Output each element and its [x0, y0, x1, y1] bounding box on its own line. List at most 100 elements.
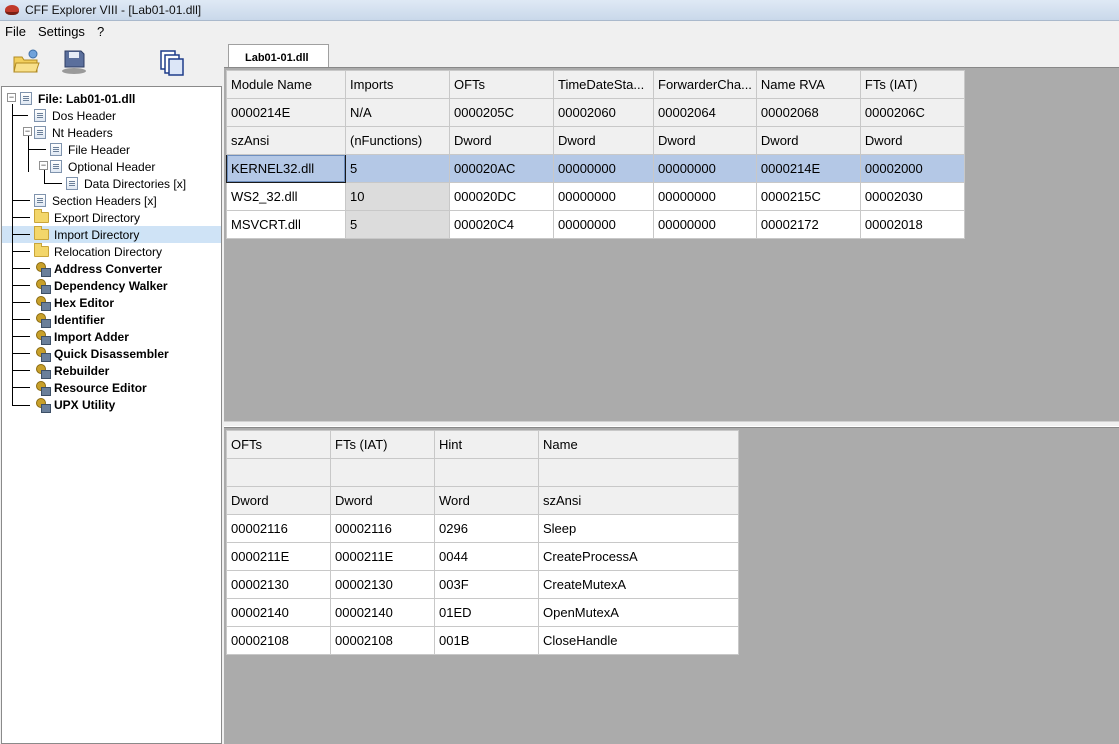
tree-line — [12, 353, 30, 354]
collapse-nt-headers-icon[interactable]: − — [23, 127, 32, 136]
tree-line — [44, 183, 62, 184]
table-row[interactable]: 0000211E 0000211E 0044 CreateProcessA — [226, 542, 739, 571]
table-cell[interactable]: 00000000 — [553, 154, 654, 183]
table-cell[interactable]: 5 — [345, 210, 450, 239]
menu-settings[interactable]: Settings — [33, 24, 90, 39]
save-button[interactable] — [56, 45, 92, 79]
menu-help[interactable]: ? — [92, 24, 109, 39]
column-header[interactable]: Name — [538, 430, 739, 459]
table-row[interactable]: 00002108 00002108 001B CloseHandle — [226, 626, 739, 655]
table-cell[interactable]: 000020DC — [449, 182, 554, 211]
tree-line — [12, 217, 30, 218]
table-cell[interactable]: 00000000 — [653, 210, 757, 239]
table-cell[interactable]: 00002130 — [330, 570, 435, 599]
tree-line — [28, 132, 29, 172]
table-cell[interactable]: CreateMutexA — [538, 570, 739, 599]
table-cell[interactable]: 0000211E — [226, 542, 331, 571]
column-header[interactable]: ForwarderCha... — [653, 70, 757, 99]
table-cell[interactable]: 00002018 — [859, 210, 965, 239]
table-cell[interactable]: 001B — [434, 626, 539, 655]
tree-item-section-headers[interactable]: Section Headers [x] — [34, 192, 159, 209]
tree-root[interactable]: File: Lab01-01.dll — [20, 90, 137, 107]
tree-item-hex-editor[interactable]: Hex Editor — [34, 294, 116, 311]
table-cell[interactable]: 00000000 — [553, 210, 654, 239]
table-cell[interactable]: WS2_32.dll — [226, 182, 346, 211]
tree-item-label: Import Directory — [52, 227, 142, 242]
table-cell[interactable]: 00000000 — [653, 154, 757, 183]
tree-item-file-header[interactable]: File Header — [50, 141, 132, 158]
tool-icon — [34, 295, 51, 311]
tree-item-relocation-directory[interactable]: Relocation Directory — [34, 243, 164, 260]
column-header[interactable]: Name RVA — [755, 70, 861, 99]
offset-cell: 00002060 — [553, 98, 654, 127]
table-row[interactable]: WS2_32.dll 10 000020DC 00000000 00000000… — [226, 182, 965, 211]
open-button[interactable] — [8, 45, 44, 79]
table-row[interactable]: 00002140 00002140 01ED OpenMutexA — [226, 598, 739, 627]
tree-line — [12, 104, 13, 406]
tree-item-export-directory[interactable]: Export Directory — [34, 209, 142, 226]
tree-item-rebuilder[interactable]: Rebuilder — [34, 362, 111, 379]
table-cell[interactable]: 10 — [345, 182, 450, 211]
table-cell[interactable]: 00002172 — [755, 210, 861, 239]
tree-item-resource-editor[interactable]: Resource Editor — [34, 379, 149, 396]
table-cell[interactable]: 00002030 — [859, 182, 965, 211]
column-header[interactable]: Imports — [345, 70, 450, 99]
table-row[interactable]: KERNEL32.dll 5 000020AC 00000000 0000000… — [226, 154, 965, 183]
table-cell[interactable]: 0296 — [434, 514, 539, 543]
table-cell[interactable]: 00002130 — [226, 570, 331, 599]
table-cell[interactable]: 003F — [434, 570, 539, 599]
tree-item-dos-header[interactable]: Dos Header — [34, 107, 118, 124]
column-header[interactable]: OFTs — [226, 430, 331, 459]
collapse-optional-header-icon[interactable]: − — [39, 161, 48, 170]
table-cell[interactable]: 00000000 — [653, 182, 757, 211]
table-row[interactable]: 00002116 00002116 0296 Sleep — [226, 514, 739, 543]
table-cell[interactable]: 0000215C — [755, 182, 861, 211]
tool-icon — [34, 346, 51, 362]
table-cell[interactable]: MSVCRT.dll — [226, 210, 346, 239]
column-header[interactable]: Module Name — [226, 70, 346, 99]
table-cell[interactable]: CloseHandle — [538, 626, 739, 655]
tree-item-quick-disassembler[interactable]: Quick Disassembler — [34, 345, 171, 362]
table-cell[interactable]: 00002000 — [859, 154, 965, 183]
table-cell[interactable]: 0000211E — [330, 542, 435, 571]
tree-item-import-adder[interactable]: Import Adder — [34, 328, 131, 345]
column-header[interactable]: Hint — [434, 430, 539, 459]
tree-item-upx-utility[interactable]: UPX Utility — [34, 396, 117, 413]
table-cell[interactable]: 000020C4 — [449, 210, 554, 239]
table-row[interactable]: 00002130 00002130 003F CreateMutexA — [226, 570, 739, 599]
tree-item-import-directory[interactable]: Import Directory — [34, 226, 142, 243]
column-header[interactable]: FTs (IAT) — [330, 430, 435, 459]
tree-item-address-converter[interactable]: Address Converter — [34, 260, 164, 277]
tab-lab01-01-dll[interactable]: Lab01-01.dll — [228, 44, 329, 68]
table-cell[interactable]: 0044 — [434, 542, 539, 571]
table-cell[interactable]: 5 — [345, 154, 450, 183]
table-cell[interactable]: 000020AC — [449, 154, 554, 183]
table-cell[interactable]: 00002116 — [330, 514, 435, 543]
table-cell[interactable]: 00002140 — [330, 598, 435, 627]
menu-file[interactable]: File — [0, 24, 31, 39]
collapse-root-icon[interactable]: − — [7, 93, 16, 102]
column-header[interactable]: FTs (IAT) — [859, 70, 965, 99]
tree-item-label: Nt Headers — [52, 125, 113, 140]
table-row[interactable]: MSVCRT.dll 5 000020C4 00000000 00000000 … — [226, 210, 965, 239]
tree-item-nt-headers[interactable]: Nt Headers — [34, 124, 115, 141]
table-cell[interactable]: CreateProcessA — [538, 542, 739, 571]
table-cell[interactable]: 0000214E — [755, 154, 861, 183]
table-cell[interactable]: OpenMutexA — [538, 598, 739, 627]
table-cell[interactable]: 00002108 — [330, 626, 435, 655]
column-header[interactable]: OFTs — [449, 70, 554, 99]
table-cell[interactable]: 00002116 — [226, 514, 331, 543]
tree-item-identifier[interactable]: Identifier — [34, 311, 107, 328]
table-cell[interactable]: Sleep — [538, 514, 739, 543]
tree-item-dependency-walker[interactable]: Dependency Walker — [34, 277, 170, 294]
column-header[interactable]: TimeDateSta... — [553, 70, 654, 99]
table-cell[interactable]: 00000000 — [553, 182, 654, 211]
tree-item-optional-header[interactable]: Optional Header — [50, 158, 157, 175]
table-cell[interactable]: KERNEL32.dll — [226, 154, 346, 183]
table-cell[interactable]: 01ED — [434, 598, 539, 627]
windows-button[interactable] — [154, 45, 190, 79]
offset-cell: 0000205C — [449, 98, 554, 127]
table-cell[interactable]: 00002108 — [226, 626, 331, 655]
tree-item-data-directories[interactable]: Data Directories [x] — [66, 175, 188, 192]
table-cell[interactable]: 00002140 — [226, 598, 331, 627]
